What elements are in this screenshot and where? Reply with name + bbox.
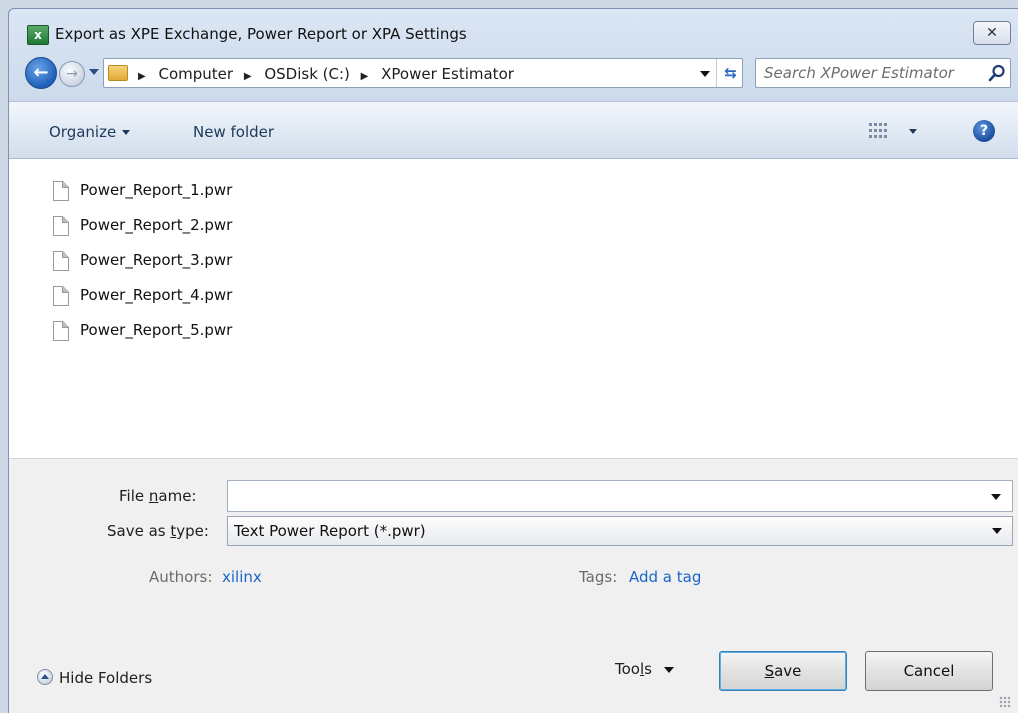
breadcrumb-computer[interactable]: Computer xyxy=(158,65,233,83)
save-as-type-value: Text Power Report (*.pwr) xyxy=(234,522,426,540)
tools-menu[interactable]: Tools xyxy=(615,660,674,678)
label-part: ame: xyxy=(158,487,197,505)
file-name-field[interactable] xyxy=(227,480,1013,512)
save-type-label: Save as type: xyxy=(107,522,209,540)
navigation-bar: ← → ▶ Computer ▶ OSDisk (C:) ▶ XPower Es… xyxy=(9,53,1018,93)
save-button[interactable]: Save xyxy=(719,651,847,691)
label-part: ype: xyxy=(176,522,209,540)
breadcrumb: ▶ Computer ▶ OSDisk (C:) ▶ XPower Estima… xyxy=(138,65,520,83)
title-bar: x Export as XPE Exchange, Power Report o… xyxy=(9,9,1018,53)
save-label-part: ave xyxy=(774,662,802,680)
file-icon xyxy=(53,251,69,271)
search-input[interactable]: Search XPower Estimator xyxy=(755,58,1011,88)
close-button[interactable]: ✕ xyxy=(973,21,1011,45)
chevron-down-icon xyxy=(663,666,674,673)
file-icon xyxy=(53,181,69,201)
label-part: Save as xyxy=(107,522,171,540)
organize-label: Organize xyxy=(49,123,117,141)
save-as-type-select[interactable]: Text Power Report (*.pwr) xyxy=(227,516,1013,546)
resize-grip-icon[interactable] xyxy=(999,696,1011,708)
file-icon xyxy=(53,321,69,341)
save-options-panel: File name: Save as type: Text Power Repo… xyxy=(9,459,1018,713)
address-bar[interactable]: ▶ Computer ▶ OSDisk (C:) ▶ XPower Estima… xyxy=(103,58,743,88)
back-button[interactable]: ← xyxy=(25,57,57,89)
excel-icon: x xyxy=(27,25,49,45)
breadcrumb-separator-icon[interactable]: ▶ xyxy=(244,71,252,82)
view-options-dropdown[interactable] xyxy=(909,129,917,134)
save-accesskey: S xyxy=(764,662,775,680)
file-list: Power_Report_1.pwr Power_Report_2.pwr Po… xyxy=(9,159,1018,459)
organize-menu[interactable]: Organize xyxy=(49,123,131,141)
hide-folders-button[interactable]: Hide Folders xyxy=(37,669,152,687)
cancel-button[interactable]: Cancel xyxy=(865,651,993,691)
hide-folders-label: Hide Folders xyxy=(59,669,153,687)
label-part: File xyxy=(119,487,149,505)
address-dropdown-icon[interactable] xyxy=(700,71,710,77)
search-placeholder: Search XPower Estimator xyxy=(764,64,954,82)
file-name: Power_Report_5.pwr xyxy=(80,321,233,339)
file-name-dropdown-icon[interactable] xyxy=(991,494,1001,500)
tools-label-part: Too xyxy=(615,660,640,678)
tools-label-part: s xyxy=(644,660,652,678)
file-name: Power_Report_4.pwr xyxy=(80,286,233,304)
file-name: Power_Report_2.pwr xyxy=(80,216,233,234)
collapse-up-icon xyxy=(37,669,53,685)
help-icon[interactable]: ? xyxy=(973,120,995,142)
chevron-down-icon xyxy=(122,130,131,135)
new-folder-button[interactable]: New folder xyxy=(193,123,274,141)
file-name: Power_Report_3.pwr xyxy=(80,251,233,269)
file-name-label: File name: xyxy=(119,487,196,505)
forward-button[interactable]: → xyxy=(59,61,85,87)
breadcrumb-osdisk[interactable]: OSDisk (C:) xyxy=(264,65,350,83)
refresh-icon[interactable]: ⇆ xyxy=(716,59,744,87)
tags-value[interactable]: Add a tag xyxy=(629,568,701,586)
recent-locations-dropdown[interactable] xyxy=(89,69,99,75)
change-view-icon[interactable] xyxy=(869,123,887,139)
file-icon xyxy=(53,216,69,236)
tags-label: Tags: xyxy=(579,568,618,586)
folder-icon xyxy=(108,65,128,81)
breadcrumb-xpower-estimator[interactable]: XPower Estimator xyxy=(381,65,514,83)
label-accesskey: n xyxy=(148,487,159,505)
chevron-down-icon xyxy=(992,528,1002,534)
file-icon xyxy=(53,286,69,306)
breadcrumb-separator-icon[interactable]: ▶ xyxy=(138,71,146,82)
authors-label: Authors: xyxy=(149,568,213,586)
save-dialog: x Export as XPE Exchange, Power Report o… xyxy=(8,8,1018,713)
breadcrumb-separator-icon[interactable]: ▶ xyxy=(361,71,369,82)
file-name: Power_Report_1.pwr xyxy=(80,181,233,199)
window-title: Export as XPE Exchange, Power Report or … xyxy=(55,25,467,43)
command-toolbar: Organize New folder ? xyxy=(9,101,1018,159)
search-icon[interactable] xyxy=(988,64,1006,82)
authors-value[interactable]: xilinx xyxy=(222,568,262,586)
